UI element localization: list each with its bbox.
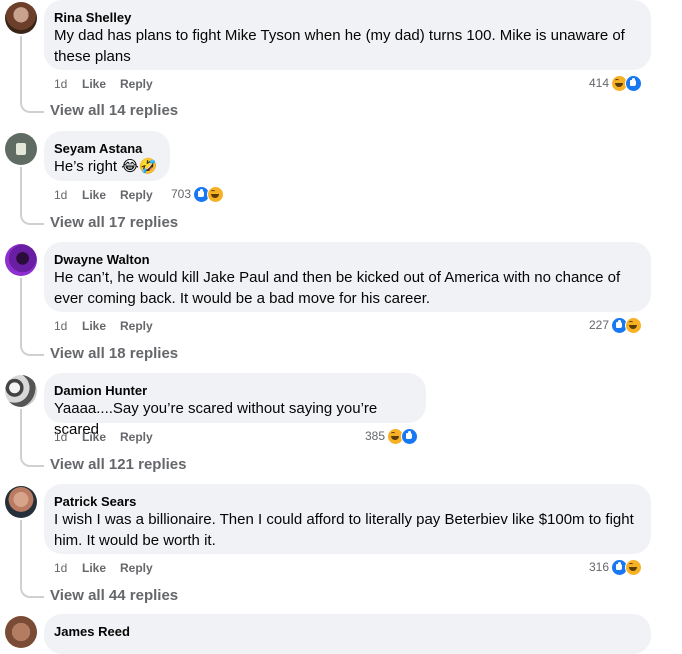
avatar[interactable] [5, 2, 37, 34]
avatar[interactable] [5, 133, 37, 165]
reply-button[interactable]: Reply [120, 77, 160, 91]
haha-icon [207, 185, 225, 203]
comment-text-line: him. It would be worth it. [54, 531, 216, 549]
view-replies-link[interactable]: View all 121 replies [50, 455, 186, 475]
comment-text-line: I wish I was a billionaire. Then I could… [54, 511, 634, 528]
comment-bubble: Rina Shelley My dad has plans to fight M… [44, 0, 651, 70]
commenter-name[interactable]: Dwayne Walton [54, 251, 639, 268]
view-replies-link[interactable]: View all 17 replies [50, 213, 178, 233]
haha-icon [625, 558, 643, 576]
reaction-count: 316 [589, 560, 610, 574]
like-button[interactable]: Like [82, 77, 120, 91]
commenter-name[interactable]: James Reed [54, 623, 639, 640]
like-icon [625, 74, 643, 92]
reaction-summary[interactable]: 227 [589, 316, 643, 334]
comment-text-line: He’s right 😂🤣 [54, 158, 158, 175]
comment-bubble: Patrick Sears I wish I was a billionaire… [44, 484, 651, 554]
like-icon [401, 427, 419, 445]
haha-icon [625, 316, 643, 334]
reply-connector [20, 409, 44, 467]
reply-connector [20, 36, 44, 113]
reply-button[interactable]: Reply [120, 430, 160, 444]
comment-timestamp[interactable]: 1d [54, 188, 82, 202]
comment-timestamp[interactable]: 1d [54, 319, 82, 333]
reaction-summary[interactable]: 385 [365, 427, 419, 445]
like-button[interactable]: Like [82, 430, 120, 444]
comment-text-line: He can’t, he would kill Jake Paul and th… [54, 269, 621, 286]
reaction-summary[interactable]: 316 [589, 558, 643, 576]
reply-connector [20, 167, 44, 225]
comment-timestamp[interactable]: 1d [54, 561, 82, 575]
like-button[interactable]: Like [82, 188, 120, 202]
reply-connector [20, 520, 44, 598]
comment-actions: 1d Like Reply [54, 560, 160, 576]
commenter-name[interactable]: Seyam Astana [54, 140, 158, 157]
comment-bubble: James Reed [44, 614, 651, 654]
avatar[interactable] [5, 486, 37, 518]
comment-actions: 1d Like Reply [54, 318, 160, 334]
reaction-summary[interactable]: 703 [171, 185, 225, 203]
reaction-summary[interactable]: 414 [589, 74, 643, 92]
comment-bubble: Dwayne Walton He can’t, he would kill Ja… [44, 242, 651, 312]
avatar[interactable] [5, 375, 37, 407]
comment-actions: 1d Like Reply [54, 429, 160, 445]
reply-button[interactable]: Reply [120, 188, 160, 202]
reaction-count: 385 [365, 429, 386, 443]
view-replies-link[interactable]: View all 14 replies [50, 101, 178, 121]
commenter-name[interactable]: Patrick Sears [54, 493, 639, 510]
comment-bubble: Seyam Astana He’s right 😂🤣 [44, 131, 170, 181]
like-button[interactable]: Like [82, 319, 120, 333]
avatar[interactable] [5, 616, 37, 648]
reply-connector [20, 278, 44, 356]
reply-button[interactable]: Reply [120, 319, 160, 333]
reaction-count: 414 [589, 76, 610, 90]
reply-button[interactable]: Reply [120, 561, 160, 575]
reaction-count: 703 [171, 187, 192, 201]
comment-text-line: ever coming back. It would be a bad move… [54, 289, 431, 307]
reaction-count: 227 [589, 318, 610, 332]
comment-timestamp[interactable]: 1d [54, 77, 82, 91]
comment-text-line: these plans [54, 47, 131, 65]
comment-text-line: My dad has plans to fight Mike Tyson whe… [54, 27, 625, 44]
avatar[interactable] [5, 244, 37, 276]
comment-actions: 1d Like Reply [54, 187, 160, 203]
view-replies-link[interactable]: View all 44 replies [50, 586, 178, 606]
commenter-name[interactable]: Damion Hunter [54, 382, 414, 399]
commenter-name[interactable]: Rina Shelley [54, 9, 639, 26]
view-replies-link[interactable]: View all 18 replies [50, 344, 178, 364]
like-button[interactable]: Like [82, 561, 120, 575]
comment-bubble: Damion Hunter Yaaaa....Say you’re scared… [44, 373, 426, 438]
comment-timestamp[interactable]: 1d [54, 430, 82, 444]
comment-actions: 1d Like Reply [54, 76, 160, 92]
